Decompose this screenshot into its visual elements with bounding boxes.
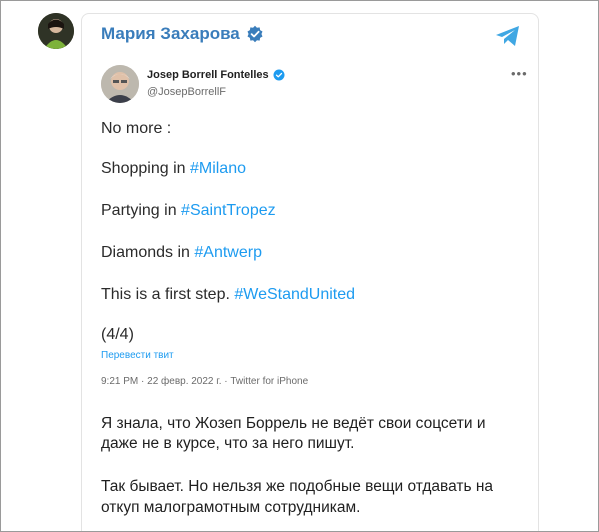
tweet-author-avatar-image	[101, 65, 139, 103]
tweet-line-6: (4/4)	[101, 326, 134, 343]
tweet-line-1: No more :	[101, 120, 172, 137]
tweet-line-3: Partying in #SaintTropez	[101, 202, 276, 219]
tweet-line-2: Shopping in #Milano	[101, 160, 246, 177]
message-line-3: Так бывает. Но нельзя же подобные вещи о…	[101, 478, 494, 495]
message-line-4: откуп малограмотным сотрудникам.	[101, 499, 361, 516]
twitter-verified-icon	[273, 69, 285, 81]
hashtag-link[interactable]: #SaintTropez	[181, 202, 276, 219]
hashtag-link[interactable]: #WeStandUnited	[234, 286, 355, 303]
tweet-line-4: Diamonds in #Antwerp	[101, 244, 262, 261]
message-line-1: Я знала, что Жозеп Боррель не ведёт свои…	[101, 415, 486, 432]
tweet-author-handle[interactable]: @JosepBorrellF	[147, 86, 226, 98]
tweet-author-name-row: Josep Borrell Fontelles	[147, 69, 285, 81]
tweet-author-name[interactable]: Josep Borrell Fontelles	[147, 69, 269, 81]
screenshot-frame: Мария Захарова Josep Borrell Fontelles @…	[0, 0, 599, 532]
hashtag-link[interactable]: #Milano	[190, 160, 246, 177]
hashtag-link[interactable]: #Antwerp	[194, 244, 262, 261]
more-dots-icon[interactable]: •••	[511, 66, 528, 81]
verified-icon	[247, 25, 263, 43]
tweet-meta: 9:21 PM · 22 февр. 2022 г. · Twitter for…	[101, 376, 309, 387]
channel-name[interactable]: Мария Захарова	[101, 24, 240, 44]
channel-header: Мария Захарова	[101, 24, 264, 44]
telegram-share-icon[interactable]	[495, 24, 521, 48]
tweet-author-avatar[interactable]	[101, 65, 139, 103]
tweet-line-5: This is a first step. #WeStandUnited	[101, 286, 356, 303]
channel-avatar-image	[38, 13, 74, 49]
translate-tweet-link[interactable]: Перевести твит	[101, 350, 174, 361]
message-line-2: даже не в курсе, что за него пишут.	[101, 435, 355, 452]
channel-avatar[interactable]	[38, 13, 74, 49]
